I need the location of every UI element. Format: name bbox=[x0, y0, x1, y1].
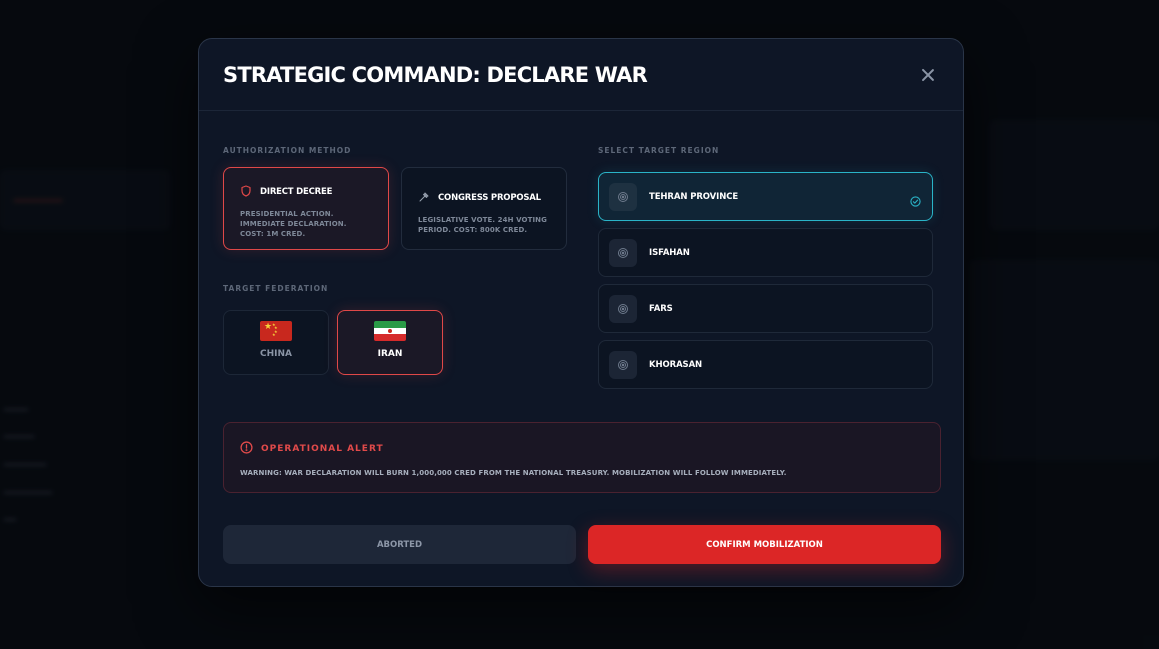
modal-title: STRATEGIC COMMAND: DECLARE WAR bbox=[223, 62, 648, 87]
abort-button[interactable]: ABORTED bbox=[223, 525, 576, 564]
auth-option-description: PRESIDENTIAL ACTION. IMMEDIATE DECLARATI… bbox=[240, 210, 347, 238]
region-item-fars[interactable]: FARS bbox=[598, 284, 933, 333]
operational-alert: OPERATIONAL ALERT WARNING: WAR DECLARATI… bbox=[223, 422, 941, 493]
alert-title: OPERATIONAL ALERT bbox=[261, 443, 384, 454]
target-icon bbox=[609, 294, 637, 323]
region-name: TEHRAN PROVINCE bbox=[649, 191, 739, 202]
alert-circle-icon bbox=[240, 439, 253, 458]
auth-option-congress-proposal[interactable]: CONGRESS PROPOSAL LEGISLATIVE VOTE. 24H … bbox=[401, 167, 567, 250]
select-target-region-label: SELECT TARGET REGION bbox=[598, 146, 720, 155]
auth-option-name: DIRECT DECREE bbox=[260, 186, 333, 197]
federation-option-iran[interactable]: IRAN bbox=[337, 310, 443, 375]
check-circle-icon bbox=[910, 192, 921, 211]
region-name: FARS bbox=[649, 303, 673, 314]
target-federation-label: TARGET FEDERATION bbox=[223, 284, 329, 293]
federation-name: IRAN bbox=[377, 349, 403, 359]
auth-option-direct-decree[interactable]: DIRECT DECREE PRESIDENTIAL ACTION. IMMED… bbox=[223, 167, 389, 250]
target-icon bbox=[609, 182, 637, 211]
declare-war-modal: STRATEGIC COMMAND: DECLARE WAR AUTHORIZA… bbox=[198, 38, 964, 587]
target-icon bbox=[609, 350, 637, 379]
target-icon bbox=[609, 238, 637, 267]
federation-name: CHINA bbox=[260, 349, 292, 359]
auth-option-name: CONGRESS PROPOSAL bbox=[438, 192, 541, 203]
federation-option-china[interactable]: ★ ★ ★ ★ ★ CHINA bbox=[223, 310, 329, 375]
region-item-khorasan[interactable]: KHORASAN bbox=[598, 340, 933, 389]
alert-message: WARNING: WAR DECLARATION WILL BURN 1,000… bbox=[240, 469, 787, 477]
authorization-method-label: AUTHORIZATION METHOD bbox=[223, 146, 352, 155]
auth-option-description: LEGISLATIVE VOTE. 24H VOTING PERIOD. COS… bbox=[418, 216, 547, 234]
iran-flag-icon bbox=[374, 321, 406, 341]
china-flag-icon: ★ ★ ★ ★ ★ bbox=[260, 321, 292, 341]
region-item-isfahan[interactable]: ISFAHAN bbox=[598, 228, 933, 277]
region-name: ISFAHAN bbox=[649, 247, 690, 258]
close-icon[interactable] bbox=[919, 66, 937, 84]
shield-icon bbox=[240, 182, 252, 201]
modal-header: STRATEGIC COMMAND: DECLARE WAR bbox=[199, 39, 963, 111]
region-name: KHORASAN bbox=[649, 359, 703, 370]
confirm-mobilization-button[interactable]: CONFIRM MOBILIZATION bbox=[588, 525, 941, 564]
region-item-tehran-province[interactable]: TEHRAN PROVINCE bbox=[598, 172, 933, 221]
gavel-icon bbox=[418, 188, 430, 207]
